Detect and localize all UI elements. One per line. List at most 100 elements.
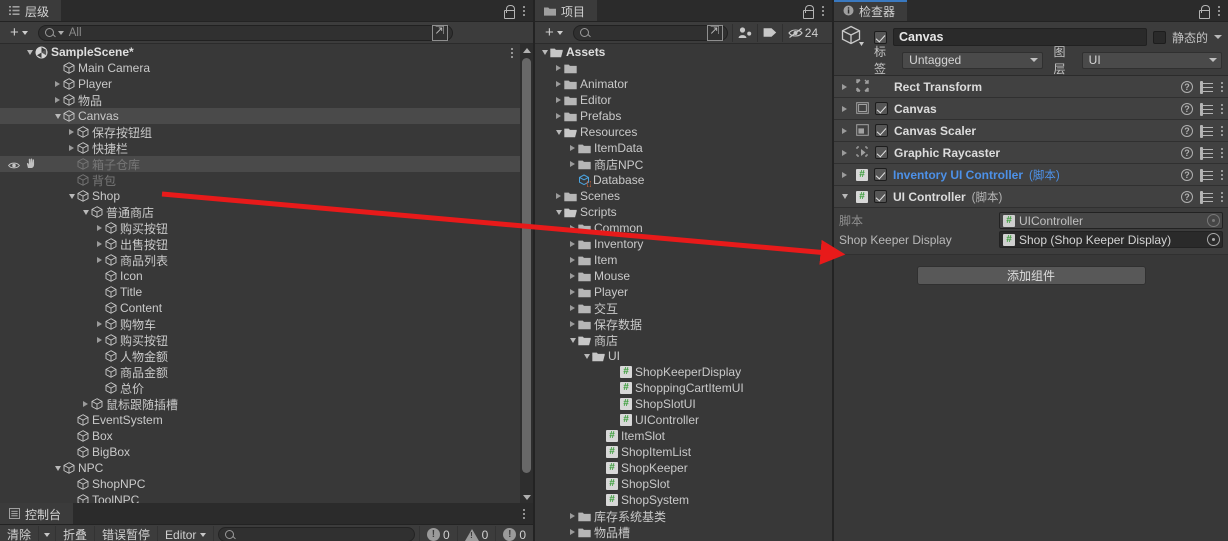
expand-triangle[interactable]	[553, 81, 564, 87]
project-item[interactable]: Scenes	[535, 188, 832, 204]
component-header[interactable]: Rect Transform?	[834, 76, 1228, 98]
expand-triangle[interactable]	[567, 321, 578, 327]
hierarchy-tree[interactable]: SampleScene* Main Camera Player 物品 Canvas 保存按…	[0, 44, 533, 503]
hierarchy-item[interactable]: 背包	[0, 172, 533, 188]
hierarchy-search-input[interactable]: All	[37, 24, 453, 41]
project-item[interactable]: 商店	[535, 332, 832, 348]
help-icon[interactable]: ?	[1181, 124, 1193, 137]
component-enabled-checkbox[interactable]	[874, 168, 887, 181]
component-menu-icon[interactable]	[1220, 125, 1223, 136]
expand-triangle[interactable]	[94, 241, 105, 247]
pickability-toggle[interactable]	[25, 158, 37, 172]
tab-hierarchy[interactable]: 层级	[0, 0, 62, 21]
hierarchy-item[interactable]: Shop	[0, 188, 533, 204]
hierarchy-item[interactable]: 商品金额	[0, 364, 533, 380]
project-add-button[interactable]: +	[537, 24, 569, 42]
component-menu-icon[interactable]	[1220, 191, 1223, 202]
hierarchy-item[interactable]: 购物车	[0, 316, 533, 332]
object-name-field[interactable]: Canvas	[893, 28, 1147, 46]
component-collapse-triangle[interactable]	[839, 194, 850, 199]
expand-triangle[interactable]	[567, 161, 578, 167]
lock-icon[interactable]	[1198, 4, 1210, 19]
collapse-triangle[interactable]	[553, 130, 564, 135]
expand-triangle[interactable]	[567, 305, 578, 311]
object-enabled-checkbox[interactable]	[874, 30, 887, 44]
hierarchy-item[interactable]: 商品列表	[0, 252, 533, 268]
hierarchy-item[interactable]: NPC	[0, 460, 533, 476]
console-error-pause-button[interactable]: 错误暂停	[95, 525, 159, 541]
component-expand-triangle[interactable]	[839, 84, 850, 90]
component-menu-icon[interactable]	[1220, 169, 1223, 180]
project-item[interactable]: Assets	[535, 44, 832, 60]
hierarchy-item[interactable]: 保存按钮组	[0, 124, 533, 140]
avatar-filter-button[interactable]	[731, 23, 757, 42]
add-component-button[interactable]: 添加组件	[916, 266, 1146, 285]
presets-icon[interactable]	[1200, 167, 1213, 183]
panel-menu-icon[interactable]	[821, 5, 824, 16]
collapse-triangle[interactable]	[52, 466, 63, 471]
scene-menu-icon[interactable]	[510, 48, 513, 58]
project-item[interactable]: 物品槽	[535, 524, 832, 540]
hierarchy-item[interactable]: 箱子仓库	[0, 156, 533, 172]
console-log-count[interactable]: ! 0	[418, 525, 457, 541]
component-menu-icon[interactable]	[1220, 147, 1223, 158]
expand-triangle[interactable]	[52, 97, 63, 103]
expand-triangle[interactable]	[567, 273, 578, 279]
hierarchy-item[interactable]: ToolNPC	[0, 492, 533, 503]
collapse-triangle[interactable]	[52, 114, 63, 119]
tab-console[interactable]: 控制台	[0, 503, 74, 524]
expand-triangle[interactable]	[94, 257, 105, 263]
project-item[interactable]: Item	[535, 252, 832, 268]
collapse-triangle[interactable]	[567, 338, 578, 343]
static-dropdown-icon[interactable]	[1214, 35, 1222, 39]
project-item[interactable]: 库存系统基类	[535, 508, 832, 524]
project-item[interactable]: 商店NPC	[535, 156, 832, 172]
static-checkbox[interactable]	[1152, 30, 1166, 44]
console-editor-dropdown[interactable]: Editor	[158, 525, 215, 541]
expand-triangle[interactable]	[66, 129, 77, 135]
expand-triangle[interactable]	[567, 513, 578, 519]
expand-triangle[interactable]	[94, 337, 105, 343]
hierarchy-item[interactable]: Icon	[0, 268, 533, 284]
expand-triangle[interactable]	[567, 529, 578, 535]
expand-triangle[interactable]	[553, 113, 564, 119]
splitter-project-inspector[interactable]	[832, 0, 834, 541]
project-item[interactable]: ItemData	[535, 140, 832, 156]
presets-icon[interactable]	[1200, 79, 1213, 95]
help-icon[interactable]: ?	[1181, 80, 1193, 93]
search-expand-icon[interactable]	[431, 24, 448, 41]
component-enabled-checkbox[interactable]	[875, 146, 888, 159]
hierarchy-item[interactable]: 物品	[0, 92, 533, 108]
hierarchy-item[interactable]: SampleScene*	[0, 44, 533, 60]
project-item[interactable]: # ShopSystem	[535, 492, 832, 508]
console-clear-button[interactable]: 清除	[0, 525, 40, 541]
component-menu-icon[interactable]	[1220, 81, 1223, 92]
expand-triangle[interactable]	[567, 289, 578, 295]
shop-keeper-display-field[interactable]: # Shop (Shop Keeper Display)	[999, 231, 1223, 248]
project-tree[interactable]: Assets Animator Editor Prefabs Resources Item…	[535, 44, 832, 541]
project-item[interactable]: # ShopKeeper	[535, 460, 832, 476]
visibility-toggle[interactable]	[7, 159, 21, 173]
scroll-up-arrow[interactable]	[520, 44, 533, 56]
expand-triangle[interactable]	[567, 241, 578, 247]
hierarchy-item[interactable]: Box	[0, 428, 533, 444]
component-header[interactable]: # Inventory UI Controller (脚本)?	[834, 164, 1228, 186]
expand-triangle[interactable]	[553, 65, 564, 71]
splitter-hierarchy-project[interactable]	[533, 0, 535, 541]
help-icon[interactable]: ?	[1181, 102, 1193, 115]
project-item[interactable]	[535, 60, 832, 76]
help-icon[interactable]: ?	[1181, 168, 1193, 181]
project-item[interactable]: # ShoppingCartItemUI	[535, 380, 832, 396]
expand-triangle[interactable]	[94, 225, 105, 231]
project-search-input[interactable]	[572, 24, 728, 41]
label-filter-button[interactable]	[756, 23, 782, 42]
component-expand-triangle[interactable]	[839, 106, 850, 112]
project-item[interactable]: # ItemSlot	[535, 428, 832, 444]
project-item[interactable]: # ShopKeeperDisplay	[535, 364, 832, 380]
component-expand-triangle[interactable]	[839, 128, 850, 134]
panel-menu-icon[interactable]	[522, 5, 525, 16]
component-enabled-checkbox[interactable]	[875, 102, 888, 115]
collapse-triangle[interactable]	[539, 50, 550, 55]
presets-icon[interactable]	[1200, 101, 1213, 117]
presets-icon[interactable]	[1200, 145, 1213, 161]
